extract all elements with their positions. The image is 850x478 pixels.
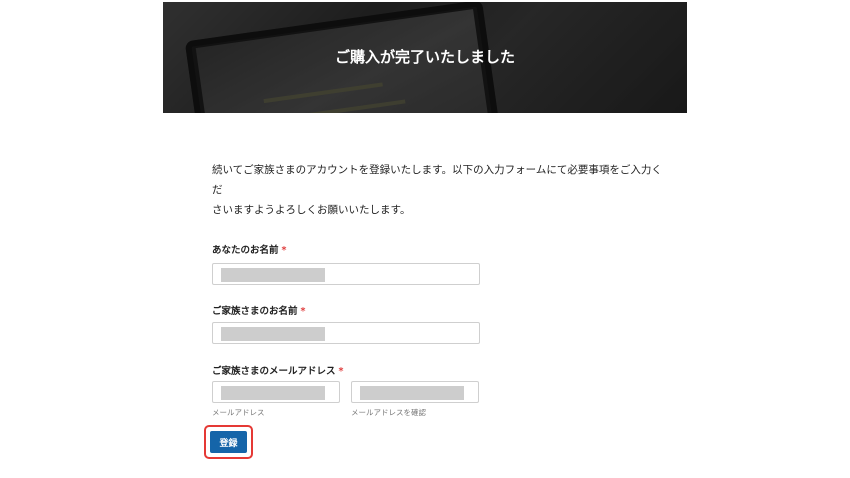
register-button[interactable]: 登録 <box>210 431 247 453</box>
family-name-label: ご家族さまのお名前 * <box>212 303 305 317</box>
intro-line-2: さいますようよろしくお願いいたします。 <box>212 204 411 216</box>
redacted-value <box>360 386 464 400</box>
family-name-label-text: ご家族さまのお名前 <box>212 306 298 317</box>
required-mark: * <box>338 366 344 377</box>
page-title: ご購入が完了いたしました <box>334 48 515 66</box>
intro-line-1: 続いてご家族さまのアカウントを登録いたします。以下の入力フォームにて必要事項をご… <box>212 164 662 196</box>
family-name-field[interactable] <box>212 322 480 344</box>
your-name-label: あなたのお名前 * <box>212 242 286 256</box>
redacted-value <box>221 327 325 341</box>
family-email-field[interactable] <box>212 381 340 403</box>
family-email-confirm-field[interactable] <box>351 381 479 403</box>
family-email-label-text: ご家族さまのメールアドレス <box>212 366 336 377</box>
email-confirm-hint: メールアドレスを確認 <box>351 408 426 417</box>
your-name-field[interactable] <box>212 263 480 285</box>
required-mark: * <box>281 245 287 256</box>
intro-text: 続いてご家族さまのアカウントを登録いたします。以下の入力フォームにて必要事項をご… <box>212 160 672 220</box>
email-hint: メールアドレス <box>212 408 265 417</box>
your-name-label-text: あなたのお名前 <box>212 245 279 256</box>
hero-banner: ご購入が完了いたしました <box>163 2 687 113</box>
redacted-value <box>221 268 325 282</box>
required-mark: * <box>300 306 306 317</box>
redacted-value <box>221 386 325 400</box>
family-email-label: ご家族さまのメールアドレス * <box>212 363 343 377</box>
